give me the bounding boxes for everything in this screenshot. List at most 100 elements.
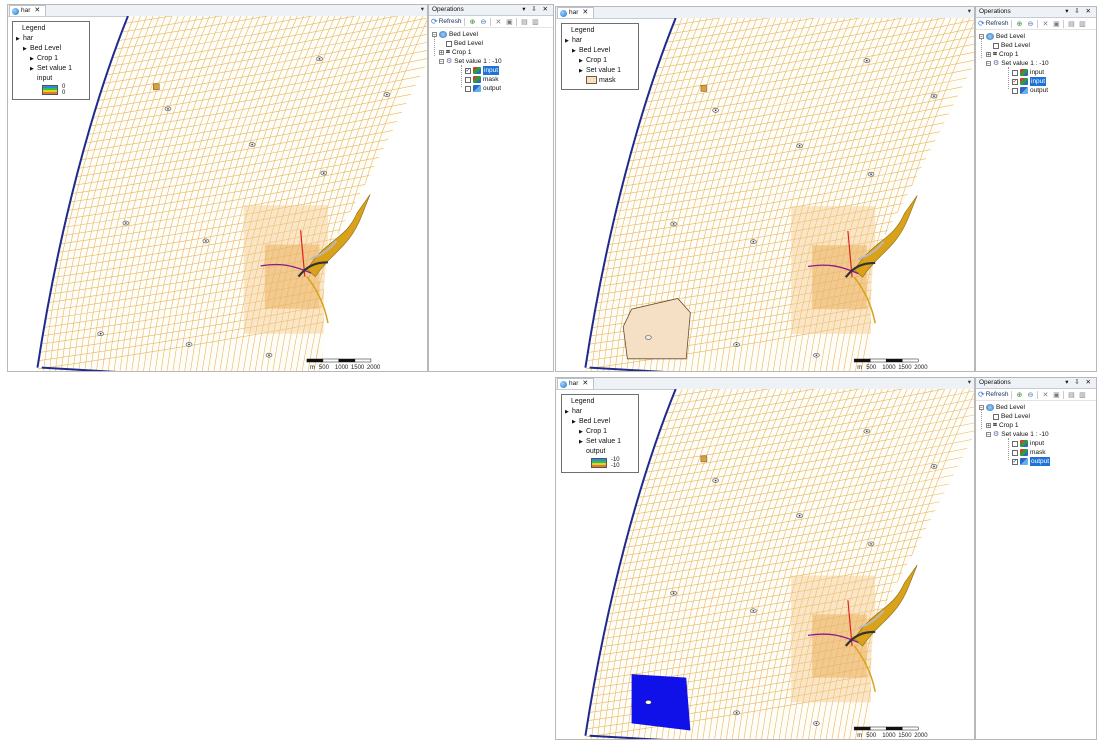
close-icon[interactable]: ✕: [582, 8, 588, 18]
expand-arrow-icon[interactable]: ▶: [579, 437, 586, 447]
tree-checkbox[interactable]: [1012, 87, 1018, 94]
refresh-button[interactable]: ⟳ Refresh: [978, 390, 1008, 399]
zoom-in-icon[interactable]: ⊕: [1015, 391, 1023, 399]
export-icon[interactable]: ▤: [1067, 391, 1075, 399]
tree-checkbox[interactable]: ✓: [465, 67, 471, 74]
refresh-button[interactable]: ⟳ Refresh: [978, 19, 1008, 28]
zoom-out-icon[interactable]: ⊖: [1026, 20, 1034, 28]
tree-checkbox[interactable]: [1012, 449, 1018, 456]
refresh-button[interactable]: ⟳ Refresh: [431, 17, 461, 26]
tree-checkbox[interactable]: [1012, 440, 1018, 447]
tree-node-set-value[interactable]: − ⚙ Set value 1 : -10: [979, 430, 1096, 439]
delete-icon[interactable]: ✕: [1041, 20, 1049, 28]
tree-node-bed-level[interactable]: Bed Level: [432, 39, 553, 48]
collapse-icon[interactable]: −: [986, 432, 991, 438]
legend-crop[interactable]: ▶ Crop 1: [565, 427, 635, 437]
tab-menu-icon[interactable]: ▾: [421, 5, 424, 15]
collapse-icon[interactable]: −: [432, 32, 437, 38]
properties-icon[interactable]: ▣: [1052, 391, 1060, 399]
map-tab[interactable]: har ✕: [557, 7, 595, 18]
import-icon[interactable]: ▥: [1078, 20, 1086, 28]
zoom-out-icon[interactable]: ⊖: [479, 18, 487, 26]
legend-har[interactable]: ▶ har: [565, 407, 635, 417]
tree-checkbox[interactable]: [465, 76, 471, 83]
delete-icon[interactable]: ✕: [1041, 391, 1049, 399]
collapse-icon[interactable]: −: [979, 405, 984, 411]
expand-arrow-icon[interactable]: ▶: [579, 56, 586, 66]
tree-node-bed-level[interactable]: Bed Level: [979, 412, 1096, 421]
expand-arrow-icon[interactable]: ▶: [23, 44, 30, 54]
panel-controls-icon[interactable]: ▾ ⇩ ✕: [522, 5, 550, 15]
expand-arrow-icon[interactable]: ▶: [16, 34, 23, 44]
legend-har[interactable]: ▶ har: [565, 36, 635, 46]
tree-node-child-1[interactable]: input: [979, 439, 1096, 448]
legend-set-value[interactable]: ▶ Set value 1: [16, 64, 86, 74]
expand-arrow-icon[interactable]: ▶: [30, 54, 37, 64]
tab-menu-icon[interactable]: ▾: [968, 378, 971, 388]
tree-checkbox[interactable]: [446, 40, 452, 47]
properties-icon[interactable]: ▣: [505, 18, 513, 26]
tree-checkbox[interactable]: [993, 42, 999, 49]
expand-arrow-icon[interactable]: ▶: [572, 46, 579, 56]
map-tab[interactable]: har ✕: [9, 5, 47, 16]
collapse-icon[interactable]: −: [986, 61, 991, 67]
expand-arrow-icon[interactable]: ▶: [565, 36, 572, 46]
legend-har[interactable]: ▶ har: [16, 34, 86, 44]
expand-arrow-icon[interactable]: ▶: [572, 417, 579, 427]
tab-menu-icon[interactable]: ▾: [968, 7, 971, 17]
panel-controls-icon[interactable]: ▾ ⇩ ✕: [1065, 378, 1093, 388]
map-view-2[interactable]: har ✕ ▾ m 500 1000 1500 2000 Legend ▶ har ▶ Be…: [555, 6, 975, 372]
import-icon[interactable]: ▥: [1078, 391, 1086, 399]
map-tab[interactable]: har ✕: [557, 378, 595, 389]
expand-arrow-icon[interactable]: ▶: [565, 407, 572, 417]
legend-crop[interactable]: ▶ Crop 1: [16, 54, 86, 64]
zoom-in-icon[interactable]: ⊕: [468, 18, 476, 26]
tree-node-child-2[interactable]: mask: [432, 75, 553, 84]
close-icon[interactable]: ✕: [34, 6, 40, 16]
tree-checkbox[interactable]: ✓: [1012, 458, 1018, 465]
close-icon[interactable]: ✕: [582, 379, 588, 389]
tree-node-bed-level-root[interactable]: − Bed Level: [432, 30, 553, 39]
legend-bed-level[interactable]: ▶ Bed Level: [565, 46, 635, 56]
tree-node-set-value[interactable]: − ⚙ Set value 1 : -10: [432, 57, 553, 66]
tree-node-bed-level-root[interactable]: − Bed Level: [979, 403, 1096, 412]
map-view-3[interactable]: har ✕ ▾ m 500 1000 1500 2000 Legend ▶ har ▶ Be…: [555, 377, 975, 740]
expand-arrow-icon[interactable]: ▶: [579, 427, 586, 437]
expand-icon[interactable]: +: [986, 423, 991, 429]
legend-crop[interactable]: ▶ Crop 1: [565, 56, 635, 66]
tree-node-bed-level-root[interactable]: − Bed Level: [979, 32, 1096, 41]
zoom-in-icon[interactable]: ⊕: [1015, 20, 1023, 28]
tree-node-set-value[interactable]: − ⚙ Set value 1 : -10: [979, 59, 1096, 68]
zoom-out-icon[interactable]: ⊖: [1026, 391, 1034, 399]
expand-arrow-icon[interactable]: ▶: [579, 66, 586, 76]
expand-icon[interactable]: +: [986, 52, 991, 58]
tree-node-child-1[interactable]: ✓ input: [432, 66, 553, 75]
legend-bed-level[interactable]: ▶ Bed Level: [16, 44, 86, 54]
collapse-icon[interactable]: −: [439, 59, 444, 65]
legend-bed-level[interactable]: ▶ Bed Level: [565, 417, 635, 427]
tree-checkbox[interactable]: [1012, 69, 1018, 76]
tree-node-crop[interactable]: + ⌗ Crop 1: [979, 421, 1096, 430]
tree-checkbox[interactable]: ✓: [1012, 78, 1018, 85]
tree-node-crop[interactable]: + ⌗ Crop 1: [979, 50, 1096, 59]
legend-set-value[interactable]: ▶ Set value 1: [565, 66, 635, 76]
panel-controls-icon[interactable]: ▾ ⇩ ✕: [1065, 7, 1093, 17]
tree-node-crop[interactable]: + ⌗ Crop 1: [432, 48, 553, 57]
legend-set-value[interactable]: ▶ Set value 1: [565, 437, 635, 447]
delete-icon[interactable]: ✕: [494, 18, 502, 26]
tree-checkbox[interactable]: [993, 413, 999, 420]
expand-icon[interactable]: +: [439, 50, 444, 56]
properties-icon[interactable]: ▣: [1052, 20, 1060, 28]
tree-checkbox[interactable]: [465, 85, 471, 92]
collapse-icon[interactable]: −: [979, 34, 984, 40]
tree-node-child-2[interactable]: ✓ input: [979, 77, 1096, 86]
map-view-1[interactable]: har ✕ ▾ m 500 1000 1500 2000 Legend ▶ har ▶ Be…: [7, 4, 428, 372]
tree-node-child-1[interactable]: input: [979, 68, 1096, 77]
tree-node-child-3[interactable]: ✓ output: [979, 457, 1096, 466]
export-icon[interactable]: ▤: [1067, 20, 1075, 28]
tree-node-child-3[interactable]: output: [979, 86, 1096, 95]
export-icon[interactable]: ▤: [520, 18, 528, 26]
tree-node-bed-level[interactable]: Bed Level: [979, 41, 1096, 50]
tree-node-child-3[interactable]: output: [432, 84, 553, 93]
import-icon[interactable]: ▥: [531, 18, 539, 26]
